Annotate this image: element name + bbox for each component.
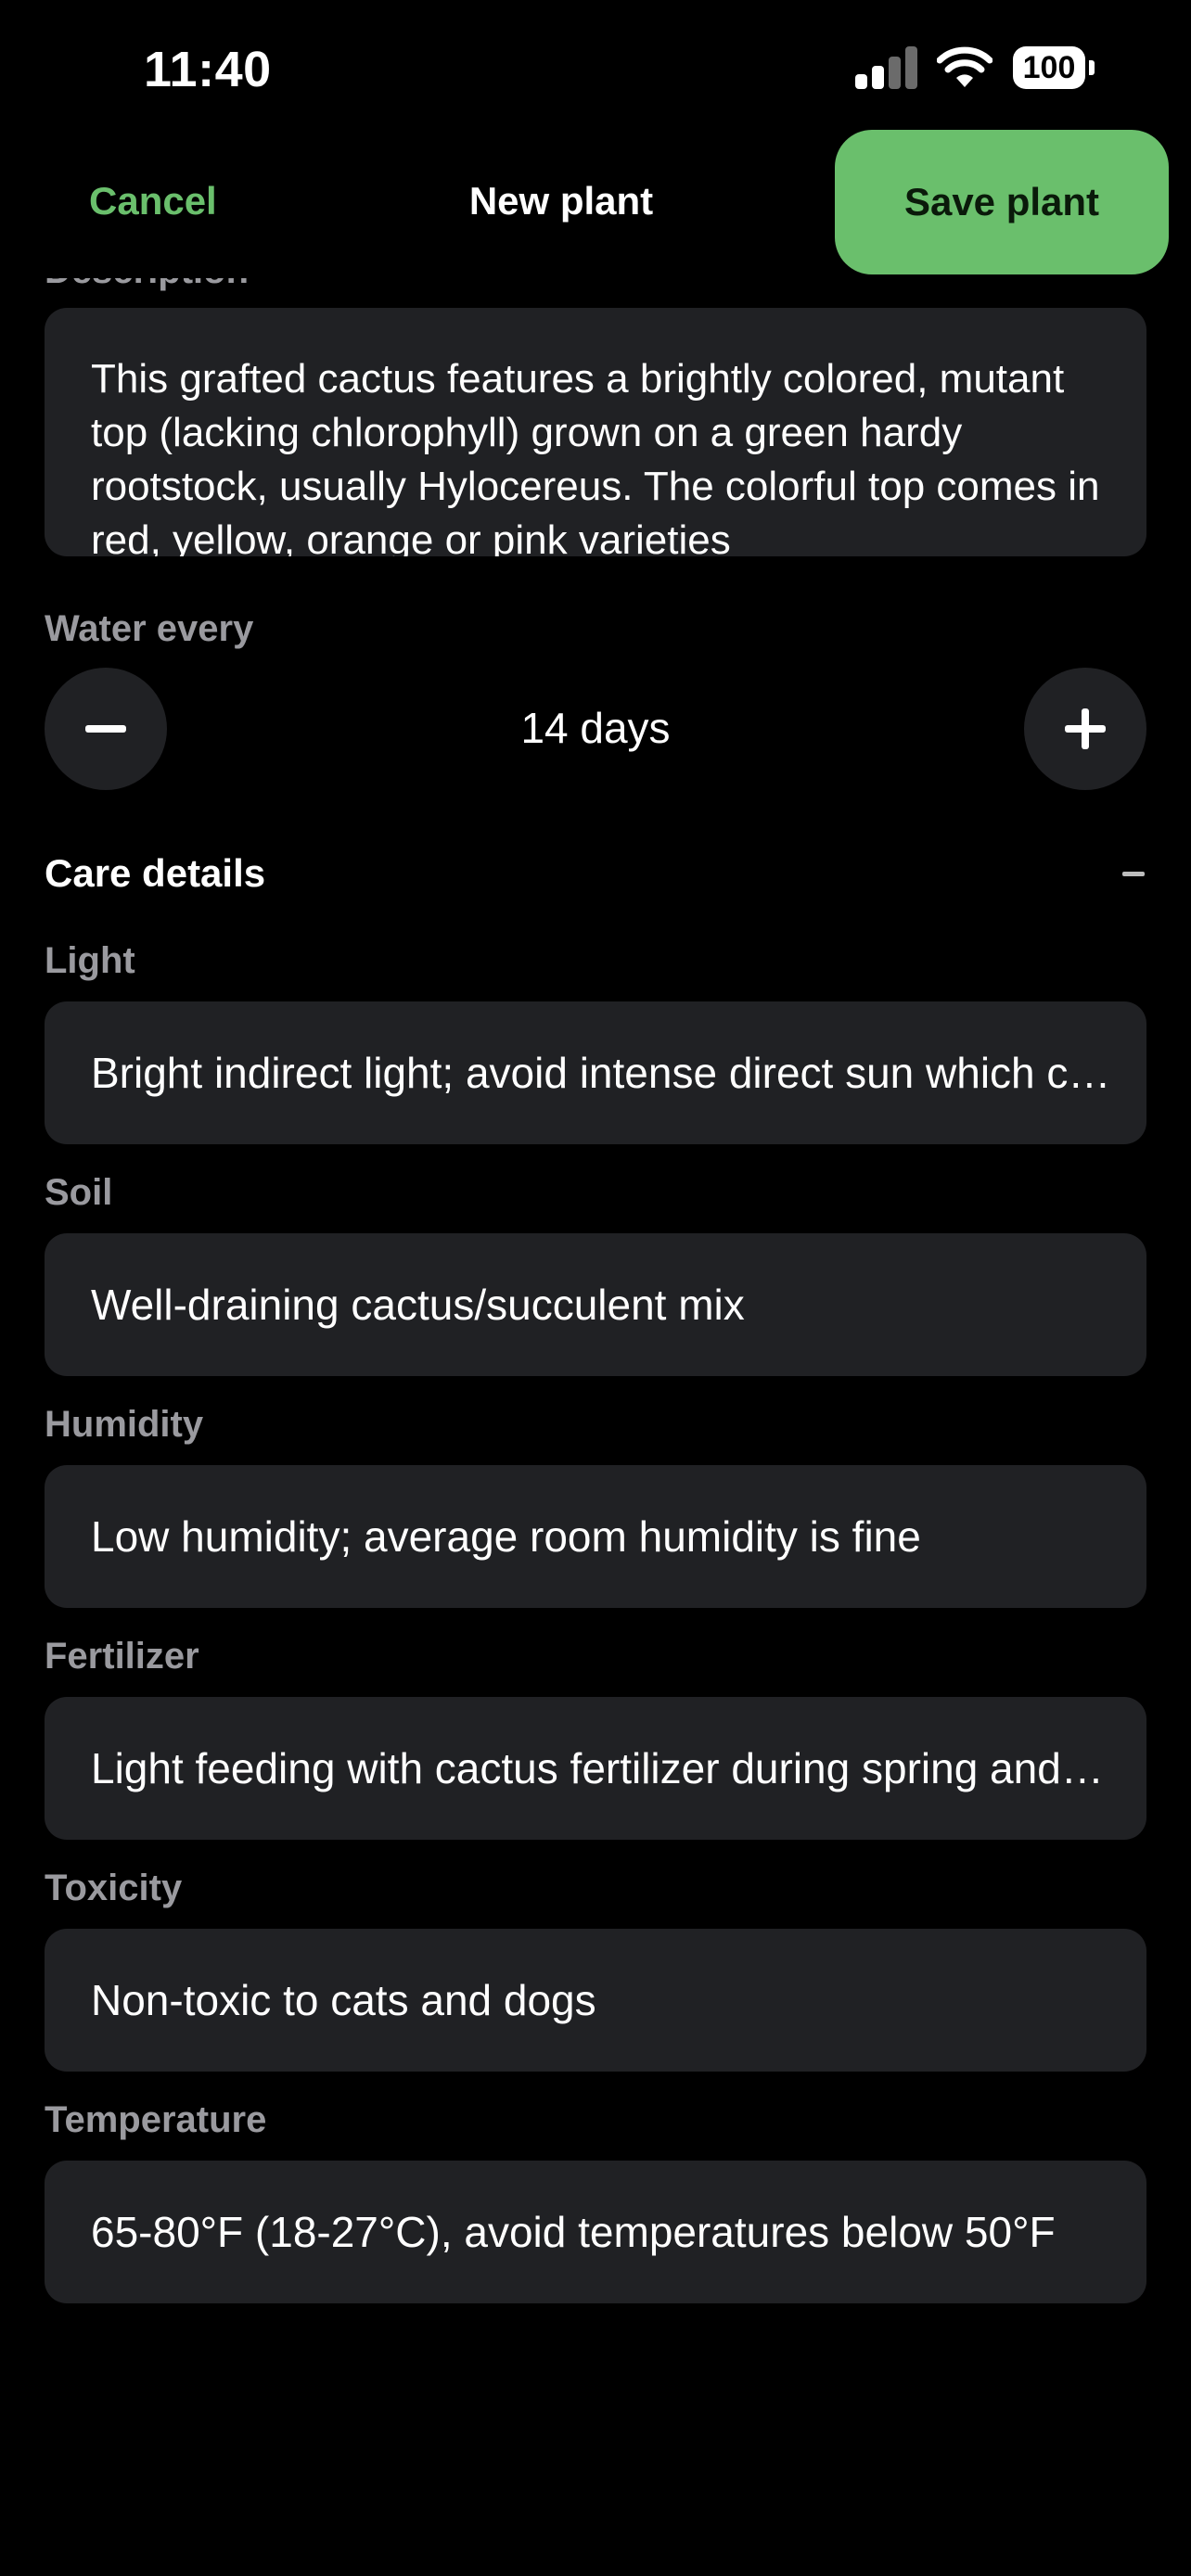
description-textarea[interactable]: This grafted cactus features a brightly … <box>45 308 1146 556</box>
toxicity-value: Non-toxic to cats and dogs <box>91 1976 596 2024</box>
water-interval-value: 14 days <box>520 704 671 752</box>
toxicity-field[interactable]: Non-toxic to cats and dogs <box>45 1929 1146 2072</box>
water-every-label: Water every <box>45 608 254 649</box>
temperature-label: Temperature <box>45 2099 267 2140</box>
temperature-field[interactable]: 65-80°F (18-27°C), avoid temperatures be… <box>45 2161 1146 2303</box>
fertilizer-label: Fertilizer <box>45 1636 199 1677</box>
battery-icon: 100 <box>1013 46 1095 89</box>
light-field[interactable]: Bright indirect light; avoid intense dir… <box>45 1001 1146 1144</box>
battery-level: 100 <box>1013 46 1085 89</box>
status-bar: 11:40 100 <box>0 0 1191 130</box>
humidity-field[interactable]: Low humidity; average room humidity is f… <box>45 1465 1146 1608</box>
toxicity-label: Toxicity <box>45 1868 183 1908</box>
fertilizer-field[interactable]: Light feeding with cactus fertilizer dur… <box>45 1697 1146 1840</box>
wifi-icon <box>937 46 992 87</box>
collapse-care-details-icon[interactable] <box>1122 872 1145 876</box>
humidity-label: Humidity <box>45 1404 204 1445</box>
cellular-signal-icon <box>855 46 920 89</box>
nav-header: Cancel New plant Save plant <box>0 130 1191 278</box>
status-time: 11:40 <box>144 42 272 97</box>
soil-field[interactable]: Well-draining cactus/succulent mix <box>45 1233 1146 1376</box>
soil-value: Well-draining cactus/succulent mix <box>91 1281 745 1329</box>
light-value: Bright indirect light; avoid intense dir… <box>91 1049 1111 1097</box>
temperature-value: 65-80°F (18-27°C), avoid temperatures be… <box>91 2208 1056 2256</box>
care-details-title: Care details <box>45 851 266 895</box>
fertilizer-value: Light feeding with cactus fertilizer dur… <box>91 1744 1111 1792</box>
description-text: This grafted cactus features a brightly … <box>91 356 1100 556</box>
soil-label: Soil <box>45 1172 113 1213</box>
light-label: Light <box>45 940 135 981</box>
humidity-value: Low humidity; average room humidity is f… <box>91 1512 921 1561</box>
save-plant-button[interactable]: Save plant <box>835 130 1169 274</box>
water-increment-button[interactable] <box>1024 668 1146 790</box>
